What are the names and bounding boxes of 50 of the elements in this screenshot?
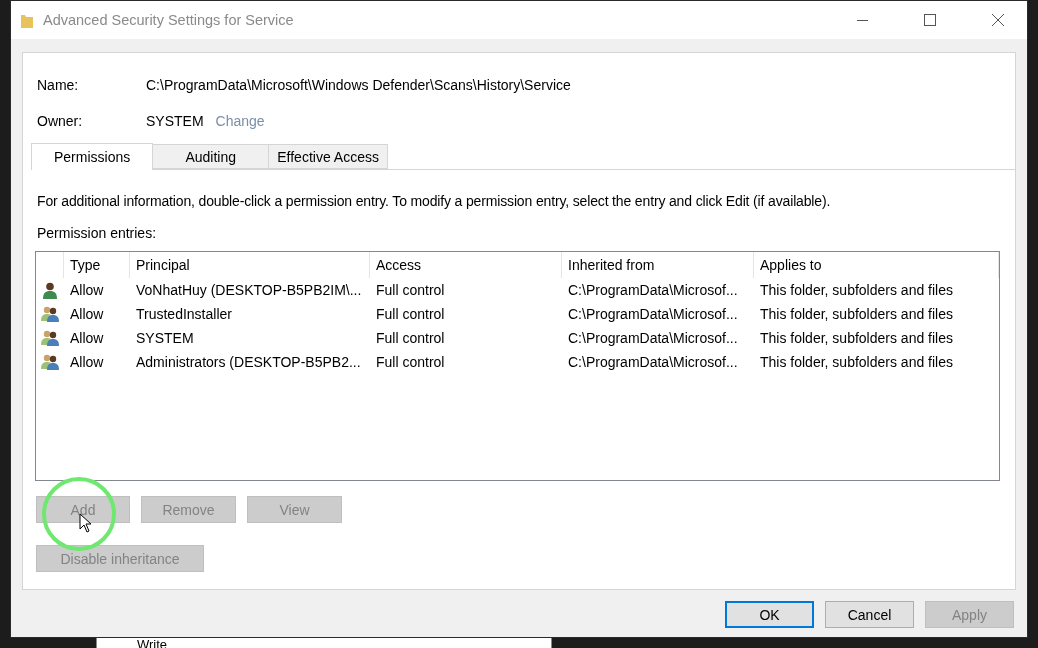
- table-cell-text: Full control: [375, 330, 446, 346]
- column-header[interactable]: Access: [370, 252, 562, 278]
- description-text: For additional information, double-click a permission entry. To modify a permission entry, select the entry and click Edit (if available).: [37, 193, 832, 209]
- group-icon: [41, 354, 59, 370]
- cursor-icon: [79, 513, 92, 533]
- column-header[interactable]: Type: [64, 252, 130, 278]
- permission-row[interactable]: Allow SYSTEM Full control C:\ProgramData\Microsof... This folder, subfolders and files: [36, 326, 999, 350]
- permission-row[interactable]: Allow TrustedInstaller Full control C:\ProgramData\Microsof... This folder, subfolders and files: [36, 302, 999, 326]
- tab[interactable]: Permissions: [31, 143, 154, 170]
- table-cell-text: Full control: [375, 282, 446, 298]
- group-icon: [41, 306, 59, 322]
- table-cell-text: C:\ProgramData\Microsof...: [567, 354, 739, 370]
- table-cell-text: C:\ProgramData\Microsof...: [567, 282, 739, 298]
- tab[interactable]: Auditing: [152, 144, 270, 169]
- table-cell-text: Full control: [375, 306, 446, 322]
- table-cell-text: Allow: [69, 330, 105, 346]
- entries-label: Permission entries:: [37, 225, 158, 241]
- table-cell-text: This folder, subfolders and files: [759, 306, 954, 322]
- column-header[interactable]: Principal: [130, 252, 370, 278]
- table-cell-text: TrustedInstaller: [135, 306, 233, 322]
- table-cell-text: VoNhatHuy (DESKTOP-B5PB2IM\...: [135, 282, 363, 298]
- dialog-button[interactable]: Cancel: [825, 601, 914, 628]
- group-icon: [41, 330, 59, 346]
- table-cell-text: C:\ProgramData\Microsof...: [567, 330, 739, 346]
- column-header[interactable]: Applies to: [754, 252, 999, 278]
- table-cell-text: Allow: [69, 282, 105, 298]
- table-cell-text: Allow: [69, 306, 105, 322]
- name-label: Name:: [37, 77, 80, 93]
- table-cell-text: This folder, subfolders and files: [759, 354, 954, 370]
- table-cell-text: Administrators (DESKTOP-B5PB2...: [135, 354, 362, 370]
- table-cell-text: Full control: [375, 354, 446, 370]
- table-cell-text: C:\ProgramData\Microsof...: [567, 306, 739, 322]
- window-title: Advanced Security Settings for Service: [43, 12, 295, 28]
- close-icon[interactable]: [992, 14, 1004, 26]
- dialog-button[interactable]: OK: [725, 601, 814, 628]
- name-value: C:\ProgramData\Microsoft\Windows Defender\Scans\History\Service: [146, 77, 571, 93]
- table-cell-text: This folder, subfolders and files: [759, 282, 954, 298]
- folder-icon: [21, 12, 33, 28]
- table-cell-text: Allow: [69, 354, 105, 370]
- owner-value: SYSTEM: [146, 113, 204, 129]
- owner-label: Owner:: [37, 113, 84, 129]
- maximize-icon[interactable]: [924, 14, 936, 26]
- permission-row[interactable]: Allow Administrators (DESKTOP-B5PB2... Full control C:\ProgramData\Microsof... This folder, subfolders and files: [36, 350, 999, 374]
- permission-row[interactable]: Allow VoNhatHuy (DESKTOP-B5PB2IM\... Full control C:\ProgramData\Microsof... This folder, subfolders and files: [36, 278, 999, 302]
- user-icon: [43, 281, 57, 299]
- table-cell-text: SYSTEM: [135, 330, 195, 346]
- column-header[interactable]: Inherited from: [562, 252, 754, 278]
- tab[interactable]: Effective Access: [268, 144, 388, 169]
- table-cell-text: This folder, subfolders and files: [759, 330, 954, 346]
- minimize-icon[interactable]: [856, 19, 868, 21]
